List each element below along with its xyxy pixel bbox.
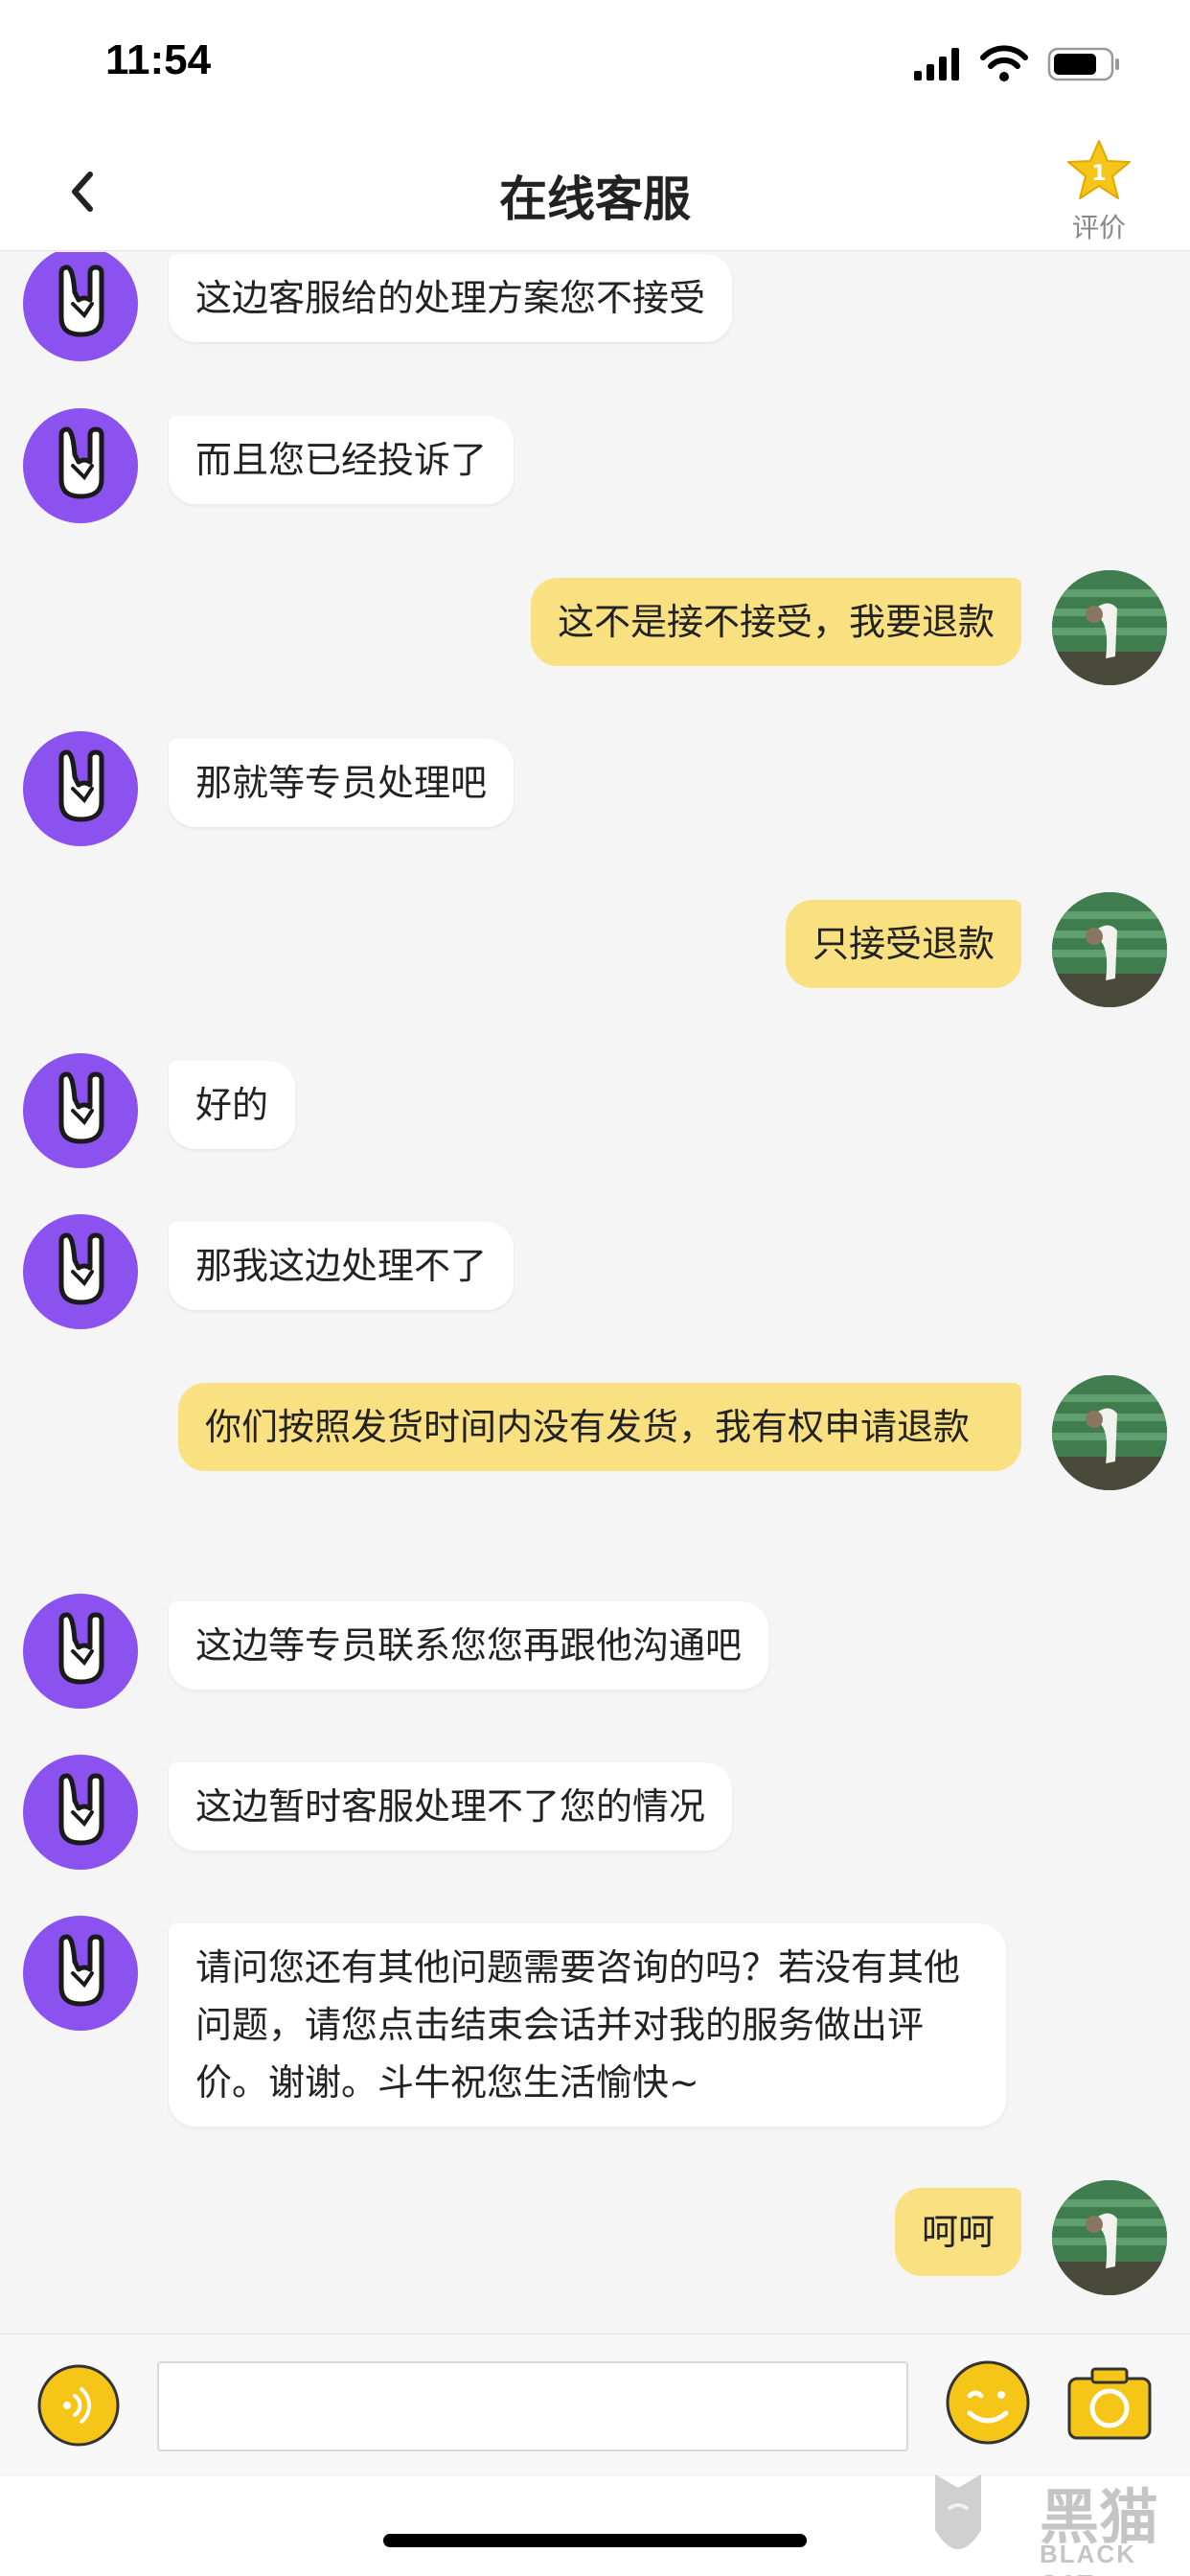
agent-avatar[interactable] [23,1755,138,1870]
user-avatar[interactable] [1052,892,1167,1007]
battery-icon [1047,47,1119,81]
rock-hand-icon [58,1612,104,1685]
rock-hand-icon [58,1071,104,1144]
agent-message-bubble: 这边等专员联系您您再跟他沟通吧 [169,1601,769,1690]
rock-hand-icon [58,426,104,499]
status-bar: 11:54 [0,0,1190,126]
agent-message-bubble: 这边暂时客服处理不了您的情况 [169,1762,733,1851]
chat-list: 这边客服给的处理方案您不接受 而且您已经投诉了 这不是接不接受，我要退款 那就等… [0,252,1190,2332]
agent-message-bubble: 而且您已经投诉了 [169,416,515,504]
rock-hand-icon [58,1232,104,1305]
signal-icon [914,48,959,80]
agent-avatar[interactable] [23,1594,138,1709]
nav-bar: 在线客服 1 评价 [0,126,1190,251]
rock-hand-icon [58,264,104,337]
rate-button[interactable]: 1 评价 [1056,138,1142,253]
user-message-bubble: 你们按照发货时间内没有发货，我有权申请退款 [178,1383,1021,1471]
star-icon: 1 [1067,140,1131,199]
svg-text:1: 1 [1091,162,1106,186]
agent-avatar[interactable] [23,1916,138,2031]
agent-message-bubble: 那我这边处理不了 [169,1222,515,1310]
agent-avatar[interactable] [23,408,138,523]
agent-avatar[interactable] [23,252,138,361]
user-message-bubble: 只接受退款 [785,900,1021,988]
rock-hand-icon [58,749,104,822]
user-photo-icon [1052,570,1167,685]
user-message-bubble: 这不是接不接受，我要退款 [530,578,1021,666]
watermark-text-en: BLACK CAT [1040,2540,1136,2576]
message-input[interactable] [157,2361,908,2451]
wifi-icon [980,45,1028,81]
status-time: 11:54 [105,36,212,83]
home-indicator [383,2534,807,2547]
user-message-bubble: 呵呵 [894,2188,1021,2276]
camera-icon[interactable] [1065,2359,1154,2446]
agent-avatar[interactable] [23,731,138,846]
agent-message-bubble: 这边客服给的处理方案您不接受 [169,254,733,342]
user-avatar[interactable] [1052,1375,1167,1490]
agent-message-bubble: 那就等专员处理吧 [169,739,515,827]
emoji-icon[interactable] [945,2359,1031,2446]
status-icons [914,45,1119,81]
rock-hand-icon [58,1773,104,1846]
agent-message-bubble: 请问您还有其他问题需要咨询的吗？若没有其他问题，请您点击结束会话并对我的服务做出… [169,1923,1006,2127]
agent-avatar[interactable] [23,1053,138,1168]
rock-hand-icon [58,1934,104,2007]
agent-avatar[interactable] [23,1214,138,1329]
user-photo-icon [1052,892,1167,1007]
agent-message-bubble: 好的 [169,1061,296,1149]
rate-label: 评价 [1071,212,1126,243]
user-photo-icon [1052,1375,1167,1490]
user-avatar[interactable] [1052,570,1167,685]
input-bar [0,2334,1190,2475]
user-photo-icon [1052,2180,1167,2295]
user-avatar[interactable] [1052,2180,1167,2295]
page-title: 在线客服 [499,172,691,227]
voice-icon[interactable] [36,2363,121,2448]
